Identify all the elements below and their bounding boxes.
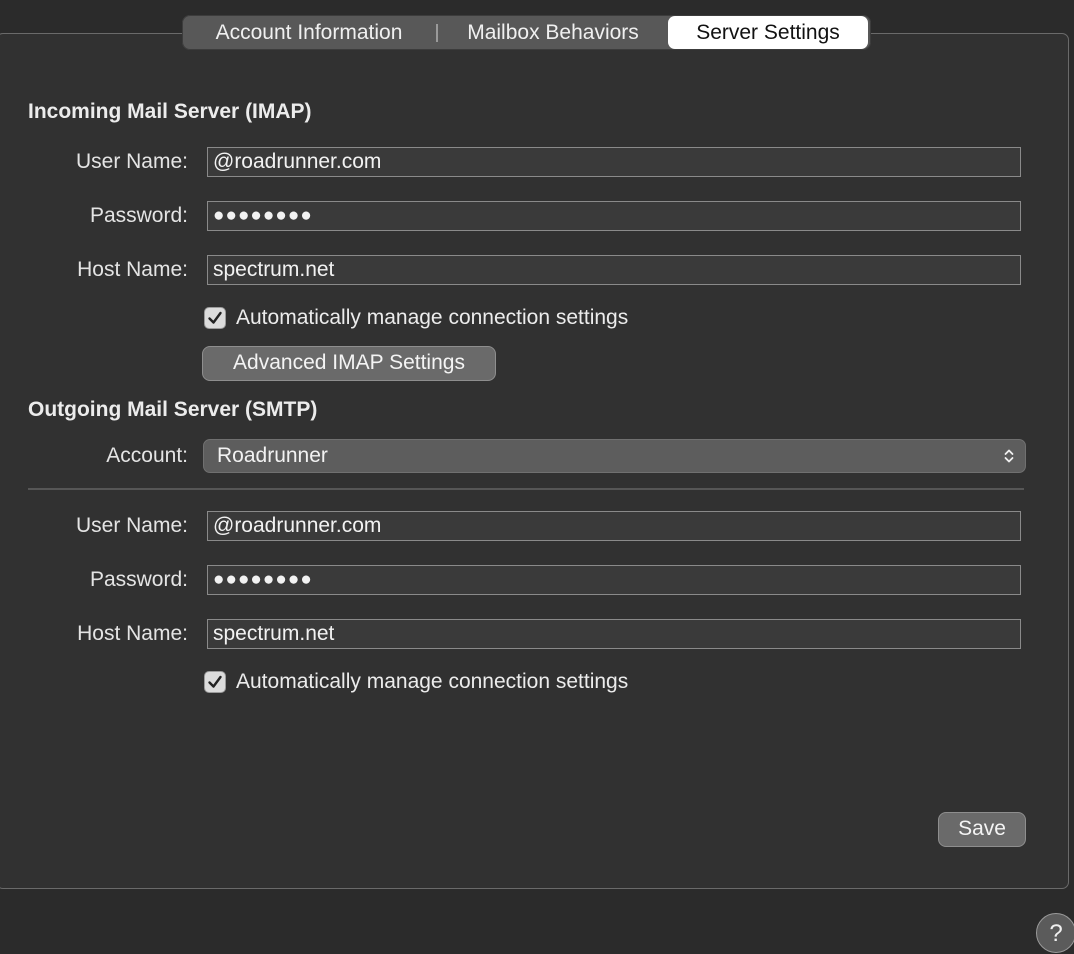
- incoming-user-name-label: User Name:: [75, 150, 188, 173]
- outgoing-password-label: Password:: [89, 568, 188, 591]
- outgoing-auto-manage-row[interactable]: Automatically manage connection settings: [204, 669, 628, 695]
- outgoing-account-select[interactable]: Roadrunner: [203, 439, 1026, 473]
- outgoing-auto-manage-checkbox[interactable]: [204, 671, 226, 693]
- incoming-host-name-field[interactable]: spectrum.net: [207, 255, 1021, 285]
- advanced-imap-settings-button[interactable]: Advanced IMAP Settings: [202, 346, 496, 381]
- checkmark-icon: [208, 675, 222, 688]
- incoming-password-label: Password:: [89, 204, 188, 227]
- outgoing-user-name-field[interactable]: @roadrunner.com: [207, 511, 1021, 541]
- outgoing-auto-manage-label: Automatically manage connection settings: [236, 670, 629, 693]
- outgoing-password-field[interactable]: ●●●●●●●●: [207, 565, 1021, 595]
- tab-account-information[interactable]: Account Information: [194, 15, 424, 50]
- tab-server-settings[interactable]: Server Settings: [668, 16, 868, 49]
- tab-bar: Account Information Mailbox Behaviors Se…: [182, 15, 871, 50]
- checkmark-icon: [208, 311, 222, 324]
- incoming-section-title: Incoming Mail Server (IMAP): [28, 100, 312, 123]
- up-down-chevron-icon: [1004, 449, 1014, 463]
- outgoing-section-title: Outgoing Mail Server (SMTP): [28, 398, 318, 421]
- incoming-auto-manage-checkbox[interactable]: [204, 307, 226, 329]
- incoming-user-name-field[interactable]: @roadrunner.com: [207, 147, 1021, 177]
- incoming-auto-manage-label: Automatically manage connection settings: [236, 306, 629, 329]
- outgoing-host-name-label: Host Name:: [77, 622, 188, 645]
- save-button[interactable]: Save: [938, 812, 1026, 847]
- help-button[interactable]: ?: [1036, 913, 1074, 953]
- section-divider: [28, 488, 1024, 490]
- outgoing-host-name-field[interactable]: spectrum.net: [207, 619, 1021, 649]
- outgoing-account-value: Roadrunner: [217, 444, 328, 467]
- question-mark-icon: ?: [1049, 920, 1063, 947]
- tab-mailbox-behaviors[interactable]: Mailbox Behaviors: [448, 15, 658, 50]
- tab-separator: [436, 24, 438, 42]
- incoming-auto-manage-row[interactable]: Automatically manage connection settings: [204, 305, 628, 331]
- incoming-host-name-label: Host Name:: [77, 258, 188, 281]
- incoming-password-field[interactable]: ●●●●●●●●: [207, 201, 1021, 231]
- outgoing-user-name-label: User Name:: [75, 514, 188, 537]
- outgoing-account-label: Account:: [106, 444, 188, 467]
